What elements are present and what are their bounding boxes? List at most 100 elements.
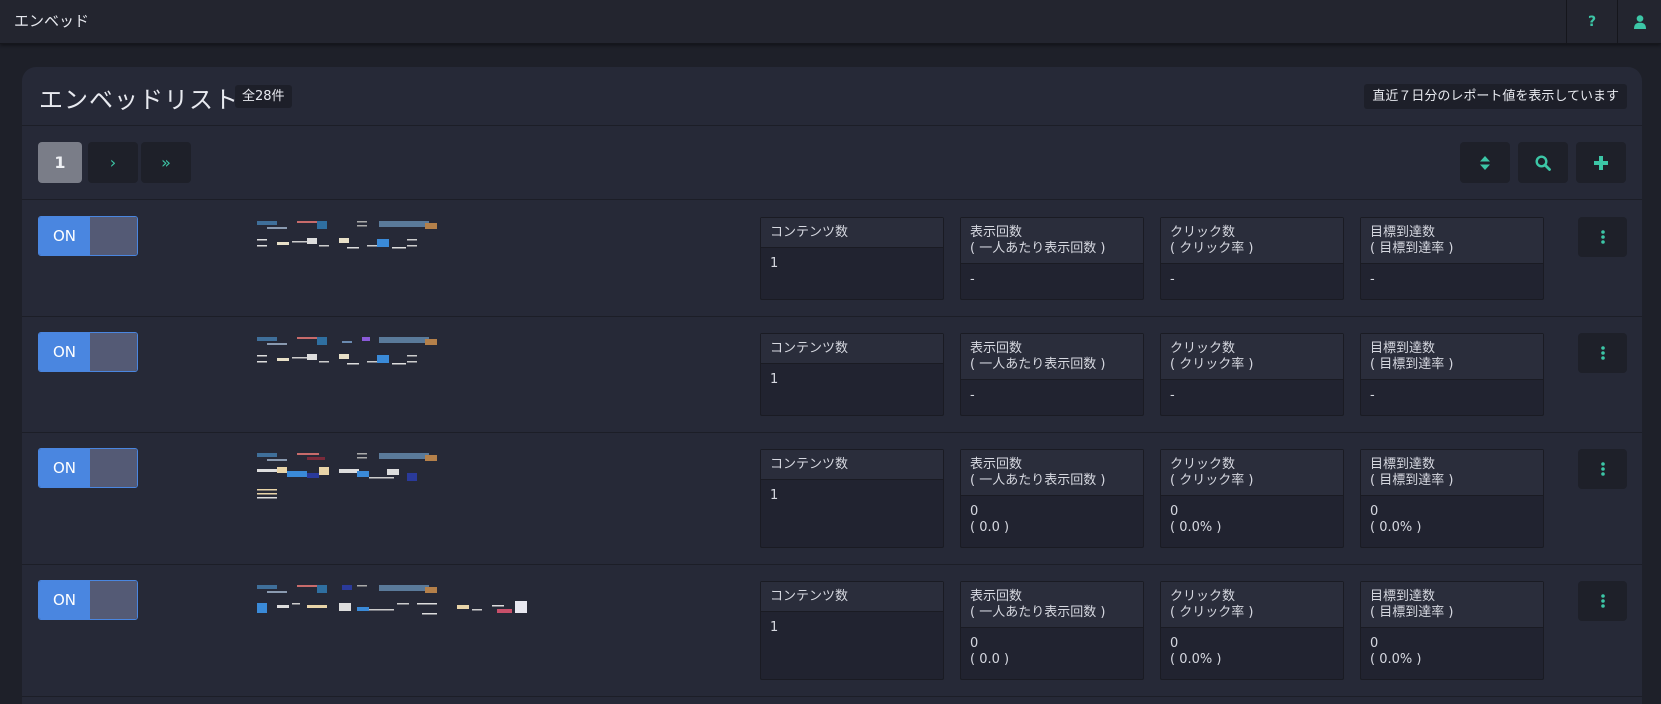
stat-sublabel: ( 目標到達率 ) <box>1370 473 1454 488</box>
stat-sublabel: ( 一人あたり表示回数 ) <box>970 241 1106 256</box>
kebab-menu-icon <box>1600 346 1605 360</box>
stat-value: - <box>1170 272 1175 287</box>
row-menu-button[interactable] <box>1578 449 1627 489</box>
clicks-stat: クリック数 ( クリック率 ) - <box>1160 333 1344 416</box>
goals-stat: 目標到達数 ( 目標到達率 ) 0 ( 0.0% ) <box>1360 581 1544 680</box>
user-button[interactable] <box>1617 0 1661 44</box>
help-button[interactable]: ? <box>1566 0 1617 44</box>
stat-sublabel: ( 一人あたり表示回数 ) <box>970 605 1106 620</box>
stat-value-rate: ( 0.0% ) <box>1370 652 1422 667</box>
toggle-on-label: ON <box>39 449 90 487</box>
embed-list-panel: エンベッドリスト 全28件 直近７日分のレポート値を表示しています 1 › » <box>22 67 1642 704</box>
stat-sublabel: ( 目標到達率 ) <box>1370 357 1454 372</box>
sort-icon <box>1480 155 1490 170</box>
stat-label: 表示回数 <box>970 457 1023 472</box>
contents-count-stat: コンテンツ数 1 <box>760 333 944 416</box>
question-icon: ? <box>1587 14 1597 30</box>
stat-value-rate: ( 0.0 ) <box>970 520 1010 535</box>
stat-value: 0 <box>1370 504 1379 519</box>
kebab-menu-icon <box>1600 594 1605 608</box>
stat-value: - <box>1370 388 1375 403</box>
stat-value: 1 <box>770 488 779 503</box>
page-title: エンベッドリスト <box>39 86 239 114</box>
embed-row: ON コンテンツ数 1 表示回数 ( 一人あたり表示回数 ) <box>22 201 1642 317</box>
status-toggle[interactable]: ON <box>38 580 138 620</box>
toggle-on-label: ON <box>39 333 90 371</box>
status-toggle[interactable]: ON <box>38 448 138 488</box>
embed-name-image <box>257 337 437 365</box>
status-toggle[interactable]: ON <box>38 332 138 372</box>
stat-sublabel: ( クリック率 ) <box>1170 357 1254 372</box>
impressions-stat: 表示回数 ( 一人あたり表示回数 ) 0 ( 0.0 ) <box>960 449 1144 548</box>
stat-value: 0 <box>970 636 979 651</box>
toggle-off-area <box>90 333 137 371</box>
embed-row: ON コンテンツ数 1 表示回数 ( 一人あたり表示回数 ) <box>22 565 1642 697</box>
row-menu-button[interactable] <box>1578 333 1627 373</box>
kebab-menu-icon <box>1600 230 1605 244</box>
contents-count-stat: コンテンツ数 1 <box>760 581 944 680</box>
sort-button[interactable] <box>1460 142 1510 183</box>
search-button[interactable] <box>1518 142 1568 183</box>
embed-name-image <box>257 453 437 499</box>
stat-value-rate: ( 0.0% ) <box>1170 520 1222 535</box>
stat-sublabel: ( 一人あたり表示回数 ) <box>970 357 1106 372</box>
app-title: エンベッド <box>14 12 90 30</box>
stat-value: - <box>970 272 975 287</box>
page-1-button[interactable]: 1 <box>38 142 82 183</box>
embed-name-image <box>257 221 437 249</box>
stat-value: - <box>970 388 975 403</box>
top-header: エンベッド ? <box>0 0 1661 44</box>
toggle-off-area <box>90 581 137 619</box>
stat-label: クリック数 <box>1170 341 1236 356</box>
stat-label: 目標到達数 <box>1370 589 1436 604</box>
embed-name-image <box>257 585 527 615</box>
clicks-stat: クリック数 ( クリック率 ) - <box>1160 217 1344 300</box>
user-icon <box>1633 15 1646 29</box>
stat-label: 表示回数 <box>970 589 1023 604</box>
stat-value: 0 <box>1370 636 1379 651</box>
stat-label: コンテンツ数 <box>770 341 849 356</box>
stat-value: 1 <box>770 620 779 635</box>
row-menu-button[interactable] <box>1578 581 1627 621</box>
toggle-off-area <box>90 449 137 487</box>
status-toggle[interactable]: ON <box>38 216 138 256</box>
total-count-badge: 全28件 <box>235 85 292 108</box>
stat-label: 目標到達数 <box>1370 225 1436 240</box>
impressions-stat: 表示回数 ( 一人あたり表示回数 ) - <box>960 217 1144 300</box>
stat-sublabel: ( クリック率 ) <box>1170 241 1254 256</box>
next-page-button[interactable]: › <box>88 142 138 183</box>
kebab-menu-icon <box>1600 462 1605 476</box>
stat-label: コンテンツ数 <box>770 225 849 240</box>
stat-value-rate: ( 0.0% ) <box>1370 520 1422 535</box>
stat-label: 表示回数 <box>970 225 1023 240</box>
stat-sublabel: ( クリック率 ) <box>1170 605 1254 620</box>
contents-count-stat: コンテンツ数 1 <box>760 217 944 300</box>
contents-count-stat: コンテンツ数 1 <box>760 449 944 548</box>
stat-label: 目標到達数 <box>1370 457 1436 472</box>
toggle-off-area <box>90 217 137 255</box>
stat-value-rate: ( 0.0% ) <box>1170 652 1222 667</box>
stat-sublabel: ( 目標到達率 ) <box>1370 241 1454 256</box>
last-page-button[interactable]: » <box>141 142 191 183</box>
add-embed-button[interactable] <box>1576 142 1626 183</box>
row-menu-button[interactable] <box>1578 217 1627 257</box>
embed-row: ON コンテンツ数 1 表示回数 ( 一人あたり表示回数 ) <box>22 317 1642 433</box>
clicks-stat: クリック数 ( クリック率 ) 0 ( 0.0% ) <box>1160 581 1344 680</box>
goals-stat: 目標到達数 ( 目標到達率 ) - <box>1360 333 1544 416</box>
stat-label: コンテンツ数 <box>770 589 849 604</box>
stat-label: クリック数 <box>1170 225 1236 240</box>
goals-stat: 目標到達数 ( 目標到達率 ) - <box>1360 217 1544 300</box>
list-toolbar: 1 › » <box>22 126 1642 200</box>
stat-sublabel: ( クリック率 ) <box>1170 473 1254 488</box>
stat-sublabel: ( 目標到達率 ) <box>1370 605 1454 620</box>
stat-value: 1 <box>770 372 779 387</box>
stat-label: 表示回数 <box>970 341 1023 356</box>
clicks-stat: クリック数 ( クリック率 ) 0 ( 0.0% ) <box>1160 449 1344 548</box>
double-chevron-right-icon: » <box>161 153 171 172</box>
stat-value: 0 <box>970 504 979 519</box>
toggle-on-label: ON <box>39 217 90 255</box>
stat-sublabel: ( 一人あたり表示回数 ) <box>970 473 1106 488</box>
plus-icon <box>1594 155 1608 170</box>
stat-label: クリック数 <box>1170 457 1236 472</box>
embed-row: ON コンテンツ数 1 表示回数 ( 一人あたり表示回数 ) <box>22 433 1642 565</box>
